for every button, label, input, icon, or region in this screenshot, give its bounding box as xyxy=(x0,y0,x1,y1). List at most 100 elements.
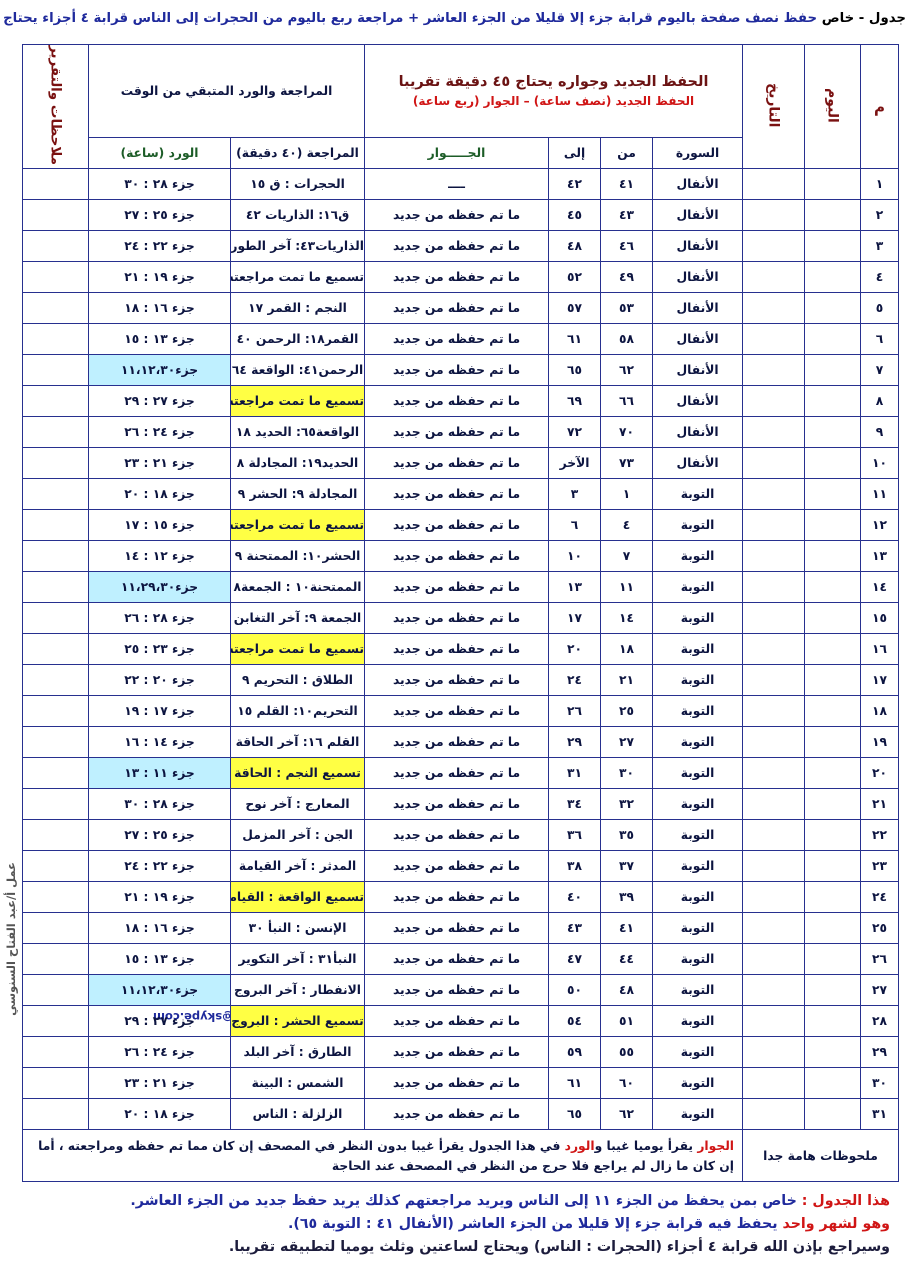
row-from: ٤ xyxy=(600,509,654,542)
row-date xyxy=(742,695,806,728)
row-day xyxy=(804,633,862,666)
row-date xyxy=(742,478,806,511)
row-wird: جزء ٢٤ : ٢٦ xyxy=(87,1036,232,1069)
row-from: ٣٥ xyxy=(600,819,654,852)
row-to: ٣٤ xyxy=(548,788,602,821)
row-review: الطارق : آخر البلد xyxy=(230,1036,366,1069)
row-number: ١٤ xyxy=(860,571,900,604)
row-from: ٤٦ xyxy=(600,230,654,263)
row-to: ٦ xyxy=(548,509,602,542)
row-from: ٣٩ xyxy=(600,881,654,914)
row-date xyxy=(742,664,806,697)
table-row: ١٣ التوبة ٧ ١٠ ما تم حفظه من جديد الحشر١٠: ال… xyxy=(22,540,900,573)
row-wird: جزء ١٦ : ١٨ xyxy=(87,912,232,945)
row-to: ٣٨ xyxy=(548,850,602,883)
row-date xyxy=(742,447,806,480)
row-number: ١٦ xyxy=(860,633,900,666)
bottom-line-1: هذا الجدول : خاص بمن يحفظ من الجزء ١١ إل… xyxy=(20,1190,890,1213)
row-to: ٥٧ xyxy=(548,292,602,325)
table-row: ١٩ التوبة ٢٧ ٢٩ ما تم حفظه من جديد القلم ١٦: … xyxy=(22,726,900,759)
row-notes xyxy=(22,819,89,852)
row-surah: التوبة xyxy=(652,757,744,790)
row-jiwar: ما تم حفظه من جديد xyxy=(364,261,550,294)
row-jiwar: ما تم حفظه من جديد xyxy=(364,726,550,759)
row-review: تسميع ما تمت مراجعته xyxy=(230,385,366,418)
table-row: ٢٧ التوبة ٤٨ ٥٠ ما تم حفظه من جديد الانفطار :… xyxy=(22,974,900,1007)
row-review: الطلاق : التحريم ٩ xyxy=(230,664,366,697)
bottom-line-1-label: هذا الجدول : xyxy=(796,1193,890,1209)
row-wird: جزء ٢١ : ٢٣ xyxy=(87,1067,232,1100)
header-review: المراجعة (٤٠ دقيقة) xyxy=(230,136,366,170)
row-review: الحديد١٩: المجادلة ٨ xyxy=(230,447,366,480)
row-notes xyxy=(22,168,89,201)
row-to: ٦١ xyxy=(548,1067,602,1100)
row-wird: جزء ١٥ : ١٧ xyxy=(87,509,232,542)
row-notes xyxy=(22,509,89,542)
row-wird: جزء ٢٧ : ٢٩ xyxy=(87,1005,232,1038)
row-notes xyxy=(22,633,89,666)
row-jiwar: ما تم حفظه من جديد xyxy=(364,974,550,1007)
row-number: ٢٤ xyxy=(860,881,900,914)
row-date xyxy=(742,261,806,294)
bottom-notes: هذا الجدول : خاص بمن يحفظ من الجزء ١١ إل… xyxy=(20,1190,890,1259)
header-wird: الورد (ساعة) xyxy=(87,136,232,170)
row-surah: الأنفال xyxy=(652,292,744,325)
side-credit: mo3allem5@skype.com عمل أ/عبد الفتاح الس… xyxy=(0,720,305,1170)
row-number: ١ xyxy=(860,168,900,201)
row-to: ٤٠ xyxy=(548,881,602,914)
row-from: ٤٩ xyxy=(600,261,654,294)
row-wird: جزء ٢٢ : ٢٤ xyxy=(87,850,232,883)
table-row: ١٤ التوبة ١١ ١٣ ما تم حفظه من جديد الممتحنة١٠… xyxy=(22,571,900,604)
row-review: الواقعة٦٥: الحديد ١٨ xyxy=(230,416,366,449)
row-date xyxy=(742,385,806,418)
header-jiwar: الجـــــوار xyxy=(364,136,550,170)
row-wird: جزء ١٤ : ١٦ xyxy=(87,726,232,759)
row-number: ١٧ xyxy=(860,664,900,697)
row-surah: التوبة xyxy=(652,881,744,914)
row-jiwar: ما تم حفظه من جديد xyxy=(364,1036,550,1069)
row-day xyxy=(804,416,862,449)
table-row: ٥ الأنفال ٥٣ ٥٧ ما تم حفظه من جديد النجم : ال… xyxy=(22,292,900,325)
row-jiwar: ما تم حفظه من جديد xyxy=(364,1098,550,1131)
row-date xyxy=(742,292,806,325)
row-surah: التوبة xyxy=(652,1005,744,1038)
row-from: ٦٠ xyxy=(600,1067,654,1100)
table-row: ٢٢ التوبة ٣٥ ٣٦ ما تم حفظه من جديد الجن : آخر… xyxy=(22,819,900,852)
row-day xyxy=(804,199,862,232)
header-to: إلى xyxy=(548,136,602,170)
row-wird: جزء ٢٥ : ٢٧ xyxy=(87,199,232,232)
row-from: ٣٢ xyxy=(600,788,654,821)
row-to: ٤٢ xyxy=(548,168,602,201)
row-surah: التوبة xyxy=(652,602,744,635)
row-from: ٢٧ xyxy=(600,726,654,759)
row-wird: جزء١١،١٢،٣٠ xyxy=(87,354,232,387)
row-number: ٩ xyxy=(860,416,900,449)
row-jiwar: ما تم حفظه من جديد xyxy=(364,819,550,852)
row-number: ٢٧ xyxy=(860,974,900,1007)
header-new-memorization: الحفظ الجديد وجواره يحتاج ٤٥ دقيقة تقريب… xyxy=(364,44,744,138)
row-jiwar: ما تم حفظه من جديد xyxy=(364,1005,550,1038)
row-wird: جزء١١،٢٩،٣٠ xyxy=(87,571,232,604)
table-row: ٢٨ التوبة ٥١ ٥٤ ما تم حفظه من جديد تسميع الحش… xyxy=(22,1005,900,1038)
footer-jiwar-word: الجوار xyxy=(697,1138,735,1153)
row-date xyxy=(742,323,806,356)
row-number: ٧ xyxy=(860,354,900,387)
row-surah: التوبة xyxy=(652,695,744,728)
credit-name: عمل أ/عبد الفتاح السنوسي xyxy=(4,862,18,1016)
row-number: ٨ xyxy=(860,385,900,418)
row-date xyxy=(742,571,806,604)
table-row: ٣ الأنفال ٤٦ ٤٨ ما تم حفظه من جديد الذاريات٤٣… xyxy=(22,230,900,263)
row-wird: جزء ١١ : ١٣ xyxy=(87,757,232,790)
row-jiwar: ــــ xyxy=(364,168,550,201)
row-notes xyxy=(22,478,89,511)
table-row: ١٧ التوبة ٢١ ٢٤ ما تم حفظه من جديد الطلاق : ا… xyxy=(22,664,900,697)
table-row: ٣٠ التوبة ٦٠ ٦١ ما تم حفظه من جديد الشمس : ال… xyxy=(22,1067,900,1100)
row-day xyxy=(804,323,862,356)
header-from: من xyxy=(600,136,654,170)
row-to: ٦٩ xyxy=(548,385,602,418)
row-day xyxy=(804,1005,862,1038)
row-day xyxy=(804,912,862,945)
row-review: الحشر١٠: الممتحنة ٩ xyxy=(230,540,366,573)
row-review: تسميع الواقعة : القيامة xyxy=(230,881,366,914)
row-day xyxy=(804,726,862,759)
